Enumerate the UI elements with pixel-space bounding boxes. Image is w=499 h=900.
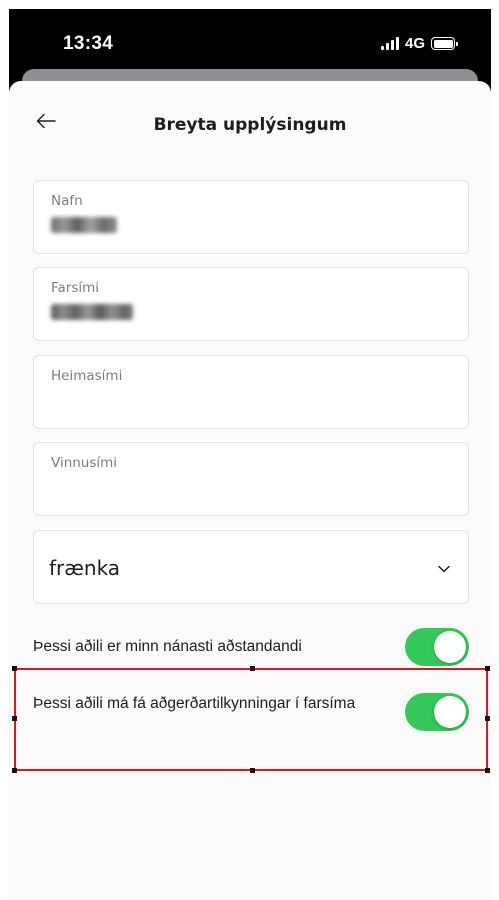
- closest-relative-toggle[interactable]: [405, 628, 469, 666]
- mobile-value-redacted: [51, 304, 133, 320]
- toggle-row-notifications: Þessi aðili má fá aðgerðartilkynningar í…: [33, 685, 469, 731]
- toggle-knob: [434, 631, 466, 663]
- status-indicators: 4G: [380, 35, 458, 52]
- page-title: Breyta upplýsingum: [153, 115, 347, 135]
- home-phone-field[interactable]: Heimasími: [33, 355, 469, 429]
- header: Breyta upplýsingum: [9, 81, 491, 157]
- status-time: 13:34: [63, 33, 114, 54]
- phone-screen: 13:34 4G Breyta upplýsingum Nafn Farsími…: [9, 9, 491, 900]
- notifications-toggle[interactable]: [405, 693, 469, 731]
- toggle-row-closest-relative: Þessi aðili er minn nánasti aðstandandi: [33, 627, 469, 667]
- status-bar: 13:34 4G: [9, 9, 491, 69]
- battery-icon: [431, 37, 458, 50]
- toggle-knob: [434, 696, 466, 728]
- work-phone-field[interactable]: Vinnusími: [33, 442, 469, 516]
- relation-select[interactable]: frænka: [33, 530, 469, 604]
- name-field-label: Nafn: [51, 193, 83, 209]
- mobile-field-label: Farsími: [51, 280, 100, 296]
- edit-sheet: Breyta upplýsingum Nafn Farsími Heimasím…: [9, 81, 491, 900]
- chevron-down-icon: [438, 565, 450, 573]
- home-phone-field-label: Heimasími: [51, 368, 123, 384]
- relation-select-value: frænka: [49, 556, 121, 580]
- mobile-field[interactable]: Farsími: [33, 267, 469, 341]
- network-type: 4G: [404, 35, 425, 52]
- name-value-redacted: [51, 217, 117, 233]
- work-phone-field-label: Vinnusími: [51, 455, 118, 471]
- notifications-label: Þessi aðili má fá aðgerðartilkynningar í…: [33, 695, 356, 712]
- signal-icon: [380, 37, 399, 50]
- closest-relative-label: Þessi aðili er minn nánasti aðstandandi: [33, 638, 302, 655]
- name-field[interactable]: Nafn: [33, 180, 469, 254]
